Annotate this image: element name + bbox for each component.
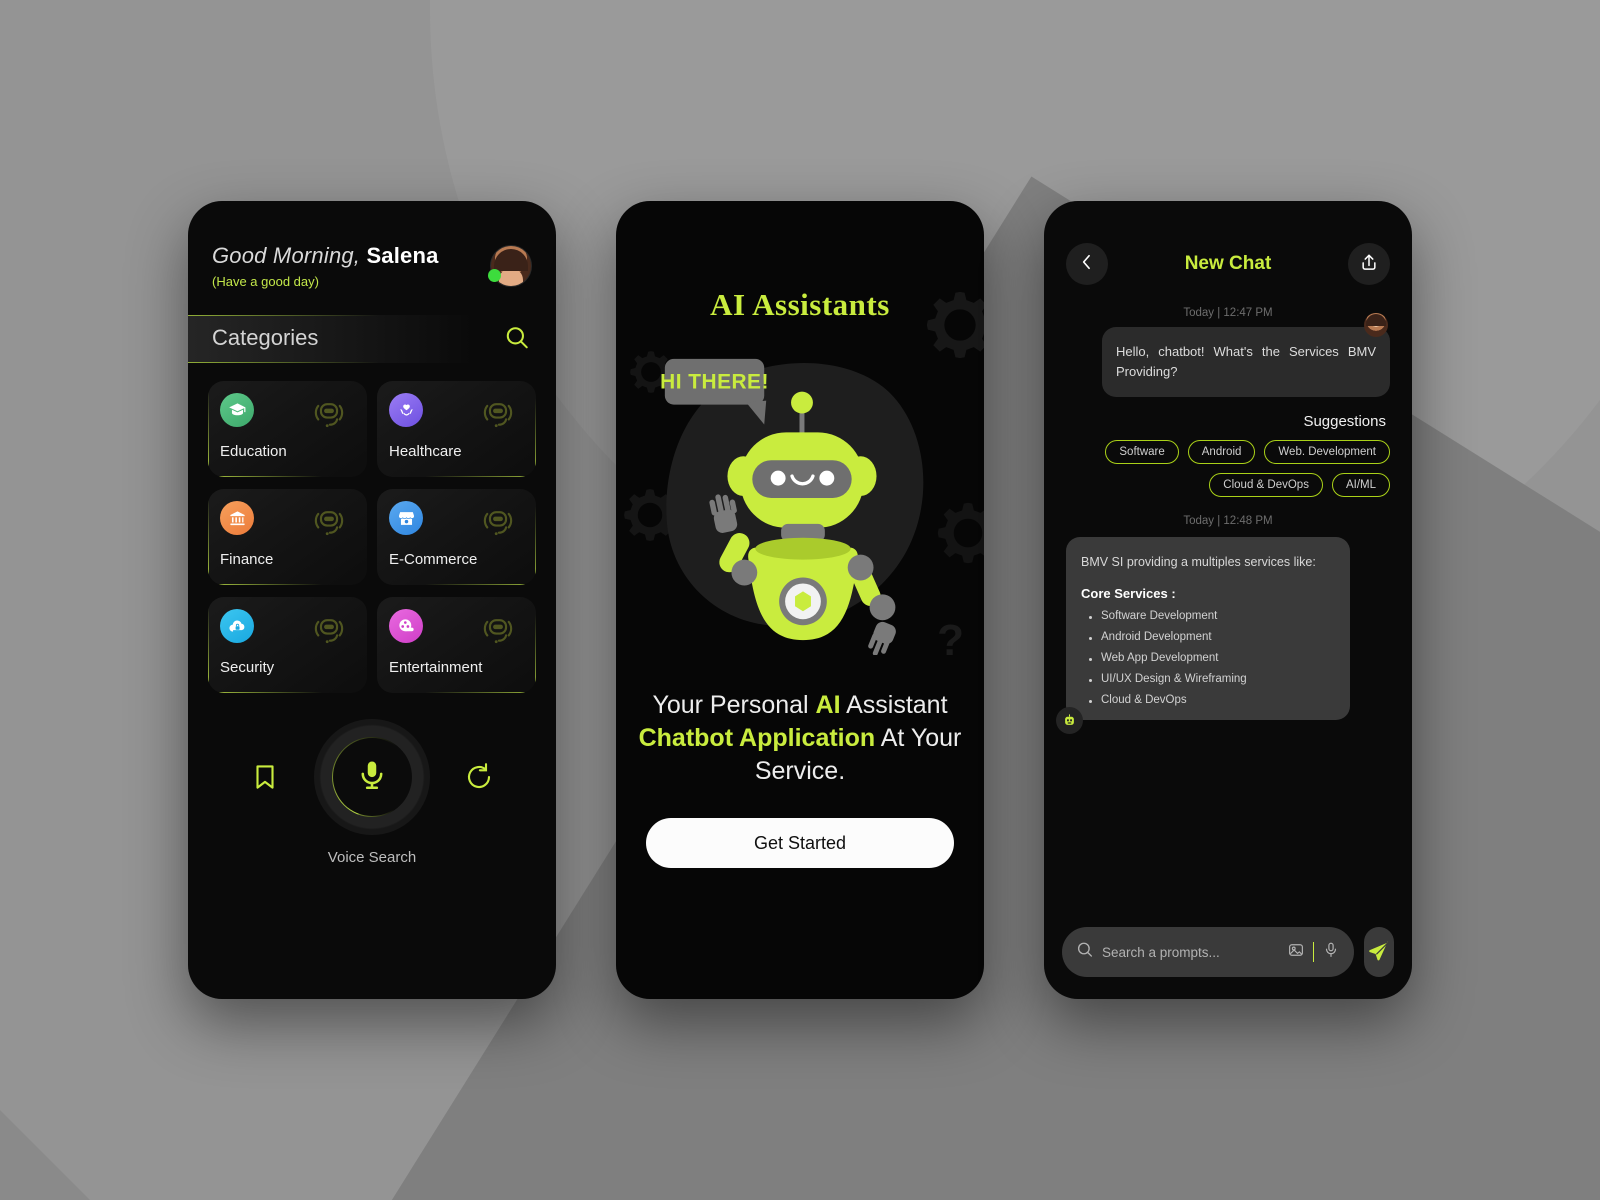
list-item: Android Development xyxy=(1081,631,1335,643)
phone-mockups: Good Morning, Salena (Have a good day) C… xyxy=(0,0,1600,1200)
avatar xyxy=(1364,313,1388,337)
tagline-part-1: Your Personal xyxy=(652,691,816,719)
phone-home-screen: Good Morning, Salena (Have a good day) C… xyxy=(188,201,556,999)
chat-header: New Chat xyxy=(1044,201,1412,285)
category-label: Finance xyxy=(220,551,274,568)
online-status-dot xyxy=(488,269,501,282)
category-grid: Education Healthcare Finance E-Commerce … xyxy=(188,363,556,693)
chevron-left-icon xyxy=(1077,252,1097,277)
greeting-name: Salena xyxy=(366,243,439,268)
film-reel-icon xyxy=(389,609,423,643)
home-header: Good Morning, Salena (Have a good day) xyxy=(188,201,556,289)
user-message-bubble: Hello, chatbot! What's the Services BMV … xyxy=(1102,327,1390,398)
category-label: E-Commerce xyxy=(389,551,478,568)
robot-watermark-icon xyxy=(309,613,349,647)
refresh-icon[interactable] xyxy=(464,762,494,792)
bot-heading: Core Services : xyxy=(1081,585,1176,601)
category-card-education[interactable]: Education xyxy=(208,381,367,477)
graduation-cap-icon xyxy=(220,393,254,427)
robot-watermark-icon xyxy=(478,397,518,431)
search-icon xyxy=(1076,941,1094,964)
microphone-icon[interactable] xyxy=(1322,941,1340,964)
robot-mascot-icon: HI THERE! xyxy=(616,337,984,667)
greeting-line: Good Morning, Salena xyxy=(212,243,439,269)
categories-bar: Categories xyxy=(188,315,556,363)
voice-search-button[interactable] xyxy=(314,719,430,835)
greeting-block: Good Morning, Salena (Have a good day) xyxy=(212,243,439,289)
share-upload-icon xyxy=(1359,252,1379,277)
category-label: Healthcare xyxy=(389,443,462,460)
category-label: Security xyxy=(220,659,275,676)
send-button[interactable] xyxy=(1364,927,1394,977)
suggestion-chip[interactable]: Software xyxy=(1105,440,1179,465)
divider xyxy=(1313,942,1315,962)
robot-watermark-icon xyxy=(478,505,518,539)
prompt-search-field[interactable] xyxy=(1062,927,1355,977)
share-button[interactable] xyxy=(1347,243,1390,285)
greeting-subtitle: (Have a good day) xyxy=(212,274,319,289)
list-item: Software Development xyxy=(1081,610,1335,622)
avatar[interactable] xyxy=(488,245,532,287)
suggestion-chip[interactable]: Cloud & DevOps xyxy=(1209,473,1323,498)
voice-search-label: Voice Search xyxy=(327,849,417,866)
bot-lead-text: BMV SI providing a multiples services li… xyxy=(1081,555,1316,570)
phone-onboarding-screen: ? AI Assistants HI THERE! Your Personal … xyxy=(616,201,984,999)
suggestion-chip[interactable]: Web. Development xyxy=(1264,440,1390,465)
bot-message-bubble: BMV SI providing a multiples services li… xyxy=(1066,537,1350,720)
robot-watermark-icon xyxy=(309,505,349,539)
greeting-prefix: Good Morning, xyxy=(212,243,361,268)
list-item: Cloud & DevOps xyxy=(1081,694,1335,706)
chat-input-bar xyxy=(1044,927,1412,977)
tagline-bold: Chatbot Application xyxy=(638,724,876,752)
cloud-lock-icon xyxy=(220,609,254,643)
bot-service-list: Software Development Android Development… xyxy=(1081,610,1335,706)
list-item: Web App Development xyxy=(1081,652,1335,664)
mic-ring xyxy=(332,737,412,817)
send-paper-plane-icon xyxy=(1367,939,1391,966)
category-card-ecommerce[interactable]: E-Commerce xyxy=(377,489,536,585)
image-icon[interactable] xyxy=(1287,941,1305,964)
bookmark-icon[interactable] xyxy=(250,762,280,792)
category-card-finance[interactable]: Finance xyxy=(208,489,367,585)
tagline-part-2: Assistant xyxy=(840,691,948,719)
page-title: Categories xyxy=(212,325,319,350)
category-label: Education xyxy=(220,443,287,460)
category-card-security[interactable]: Security xyxy=(208,597,367,693)
page-title: New Chat xyxy=(1184,253,1272,274)
robot-avatar-icon xyxy=(1056,706,1083,734)
storefront-icon xyxy=(389,501,423,535)
suggestion-chip[interactable]: Android xyxy=(1187,440,1256,465)
bank-icon xyxy=(220,501,254,535)
get-started-button[interactable]: Get Started xyxy=(646,818,954,868)
heart-hands-icon xyxy=(389,393,423,427)
robot-watermark-icon xyxy=(309,397,349,431)
category-card-entertainment[interactable]: Entertainment xyxy=(377,597,536,693)
list-item: UI/UX Design & Wireframing xyxy=(1081,673,1335,685)
robot-watermark-icon xyxy=(478,613,518,647)
search-input[interactable] xyxy=(1102,944,1279,960)
search-icon[interactable] xyxy=(504,325,530,351)
timestamp-2: Today | 12:48 PM xyxy=(1183,515,1273,528)
category-label: Entertainment xyxy=(389,659,483,676)
phone-chat-screen: New Chat Today | 12:47 PM Hello, chatbot… xyxy=(1044,201,1412,999)
onboarding-tagline: Your Personal AI Assistant Chatbot Appli… xyxy=(616,689,984,788)
microphone-icon xyxy=(355,758,389,797)
voice-controls xyxy=(188,719,556,835)
suggestion-chips: Software Android Web. Development Cloud … xyxy=(1044,430,1412,498)
tagline-ai: AI xyxy=(815,691,841,719)
suggestions-title: Suggestions xyxy=(1303,413,1386,431)
bot-message-group: BMV SI providing a multiples services li… xyxy=(1056,537,1350,734)
back-button[interactable] xyxy=(1066,243,1108,285)
category-card-healthcare[interactable]: Healthcare xyxy=(377,381,536,477)
suggestion-chip[interactable]: AI/ML xyxy=(1331,473,1390,498)
svg-text:HI THERE!: HI THERE! xyxy=(660,371,769,394)
